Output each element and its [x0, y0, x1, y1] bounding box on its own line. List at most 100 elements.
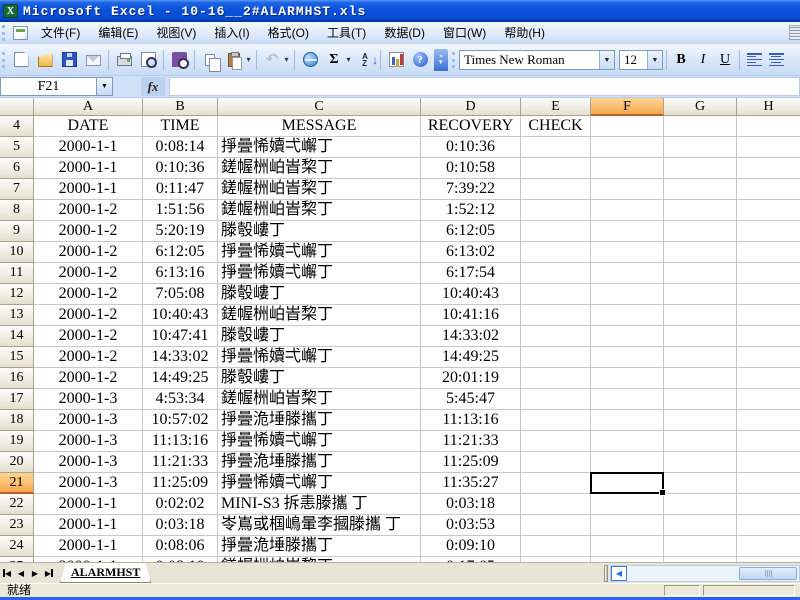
cell-A7[interactable]: 2000-1-1: [34, 179, 143, 200]
cell-E18[interactable]: [521, 410, 591, 431]
cell-A5[interactable]: 2000-1-1: [34, 137, 143, 158]
cell-D15[interactable]: 14:49:25: [421, 347, 521, 368]
cell-B20[interactable]: 11:21:33: [143, 452, 218, 473]
horizontal-scroll-thumb[interactable]: [739, 566, 797, 580]
cell-F13[interactable]: [591, 305, 664, 326]
cell-F16[interactable]: [591, 368, 664, 389]
row-header-9[interactable]: 9: [0, 221, 34, 242]
cell-D13[interactable]: 10:41:16: [421, 305, 521, 326]
cell-H17[interactable]: [737, 389, 800, 410]
toolbar-grip[interactable]: [2, 24, 7, 41]
cell-E24[interactable]: [521, 536, 591, 557]
column-header-H[interactable]: H: [737, 98, 800, 116]
cell-G14[interactable]: [664, 326, 737, 347]
cell-B8[interactable]: 1:51:56: [143, 200, 218, 221]
cell-H7[interactable]: [737, 179, 800, 200]
copy-icon[interactable]: [199, 49, 221, 72]
cell-D8[interactable]: 1:52:12: [421, 200, 521, 221]
standard-toolbar-grip[interactable]: [2, 51, 7, 68]
menu-item-4[interactable]: 格式(O): [259, 21, 318, 44]
cell-D23[interactable]: 0:03:53: [421, 515, 521, 536]
row-header-15[interactable]: 15: [0, 347, 34, 368]
cell-B13[interactable]: 10:40:43: [143, 305, 218, 326]
bold-button[interactable]: B: [670, 49, 692, 71]
row-header-18[interactable]: 18: [0, 410, 34, 431]
cell-F10[interactable]: [591, 242, 664, 263]
cell-F9[interactable]: [591, 221, 664, 242]
cell-F23[interactable]: [591, 515, 664, 536]
cell-C14[interactable]: 滕彀嶁丁: [218, 326, 421, 347]
cell-D19[interactable]: 11:21:33: [421, 431, 521, 452]
cell-H9[interactable]: [737, 221, 800, 242]
cell-A6[interactable]: 2000-1-1: [34, 158, 143, 179]
cell-A12[interactable]: 2000-1-2: [34, 284, 143, 305]
cell-B9[interactable]: 5:20:19: [143, 221, 218, 242]
cell-F22[interactable]: [591, 494, 664, 515]
cell-C7[interactable]: 鎈幄栦岶峕棃丁: [218, 179, 421, 200]
cell-G17[interactable]: [664, 389, 737, 410]
cell-E11[interactable]: [521, 263, 591, 284]
row-header-10[interactable]: 10: [0, 242, 34, 263]
cell-B19[interactable]: 11:13:16: [143, 431, 218, 452]
cell-D5[interactable]: 0:10:36: [421, 137, 521, 158]
formula-input[interactable]: [169, 77, 800, 96]
cell-H14[interactable]: [737, 326, 800, 347]
cell-D10[interactable]: 6:13:02: [421, 242, 521, 263]
undo-icon[interactable]: ↶: [261, 49, 283, 71]
cell-C12[interactable]: 滕彀嶁丁: [218, 284, 421, 305]
column-header-G[interactable]: G: [664, 98, 737, 116]
cell-H18[interactable]: [737, 410, 800, 431]
cell-E13[interactable]: [521, 305, 591, 326]
cell-A11[interactable]: 2000-1-2: [34, 263, 143, 284]
row-header-12[interactable]: 12: [0, 284, 34, 305]
cell-E21[interactable]: [521, 473, 591, 494]
cell-G22[interactable]: [664, 494, 737, 515]
row-header-21[interactable]: 21: [0, 473, 34, 494]
cell-G19[interactable]: [664, 431, 737, 452]
mail-icon[interactable]: [82, 49, 104, 71]
cell-C20[interactable]: 掙曡洈埵滕攜丁: [218, 452, 421, 473]
cell-F15[interactable]: [591, 347, 664, 368]
cell-H11[interactable]: [737, 263, 800, 284]
row-header-5[interactable]: 5: [0, 137, 34, 158]
menu-item-2[interactable]: 视图(V): [147, 21, 205, 44]
help-icon[interactable]: ?: [409, 49, 431, 71]
cell-F11[interactable]: [591, 263, 664, 284]
cell-D18[interactable]: 11:13:16: [421, 410, 521, 431]
cell-G8[interactable]: [664, 200, 737, 221]
cell-E15[interactable]: [521, 347, 591, 368]
select-all-corner[interactable]: [0, 98, 34, 116]
cell-D14[interactable]: 14:33:02: [421, 326, 521, 347]
cell-F4[interactable]: [591, 116, 664, 137]
cell-B18[interactable]: 10:57:02: [143, 410, 218, 431]
cell-C15[interactable]: 掙曡悕嬻弌嶰丁: [218, 347, 421, 368]
menu-item-0[interactable]: 文件(F): [32, 21, 89, 44]
cell-D7[interactable]: 7:39:22: [421, 179, 521, 200]
cell-C10[interactable]: 掙曡悕嬻弌嶰丁: [218, 242, 421, 263]
row-header-14[interactable]: 14: [0, 326, 34, 347]
menu-item-1[interactable]: 编辑(E): [89, 21, 147, 44]
cell-E20[interactable]: [521, 452, 591, 473]
cell-E17[interactable]: [521, 389, 591, 410]
cell-H21[interactable]: [737, 473, 800, 494]
autosum-icon[interactable]: Σ: [323, 49, 345, 71]
cell-E22[interactable]: [521, 494, 591, 515]
cell-A17[interactable]: 2000-1-3: [34, 389, 143, 410]
cell-G20[interactable]: [664, 452, 737, 473]
cell-B15[interactable]: 14:33:02: [143, 347, 218, 368]
cell-H23[interactable]: [737, 515, 800, 536]
cell-A24[interactable]: 2000-1-1: [34, 536, 143, 557]
cell-C4[interactable]: MESSAGE: [218, 116, 421, 137]
row-header-13[interactable]: 13: [0, 305, 34, 326]
cell-G23[interactable]: [664, 515, 737, 536]
cell-F20[interactable]: [591, 452, 664, 473]
column-header-D[interactable]: D: [421, 98, 521, 116]
paste-icon[interactable]: [223, 49, 245, 71]
cell-H24[interactable]: [737, 536, 800, 557]
cell-G12[interactable]: [664, 284, 737, 305]
cell-G16[interactable]: [664, 368, 737, 389]
column-header-C[interactable]: C: [218, 98, 421, 116]
cell-H22[interactable]: [737, 494, 800, 515]
cell-B5[interactable]: 0:08:14: [143, 137, 218, 158]
cell-F18[interactable]: [591, 410, 664, 431]
